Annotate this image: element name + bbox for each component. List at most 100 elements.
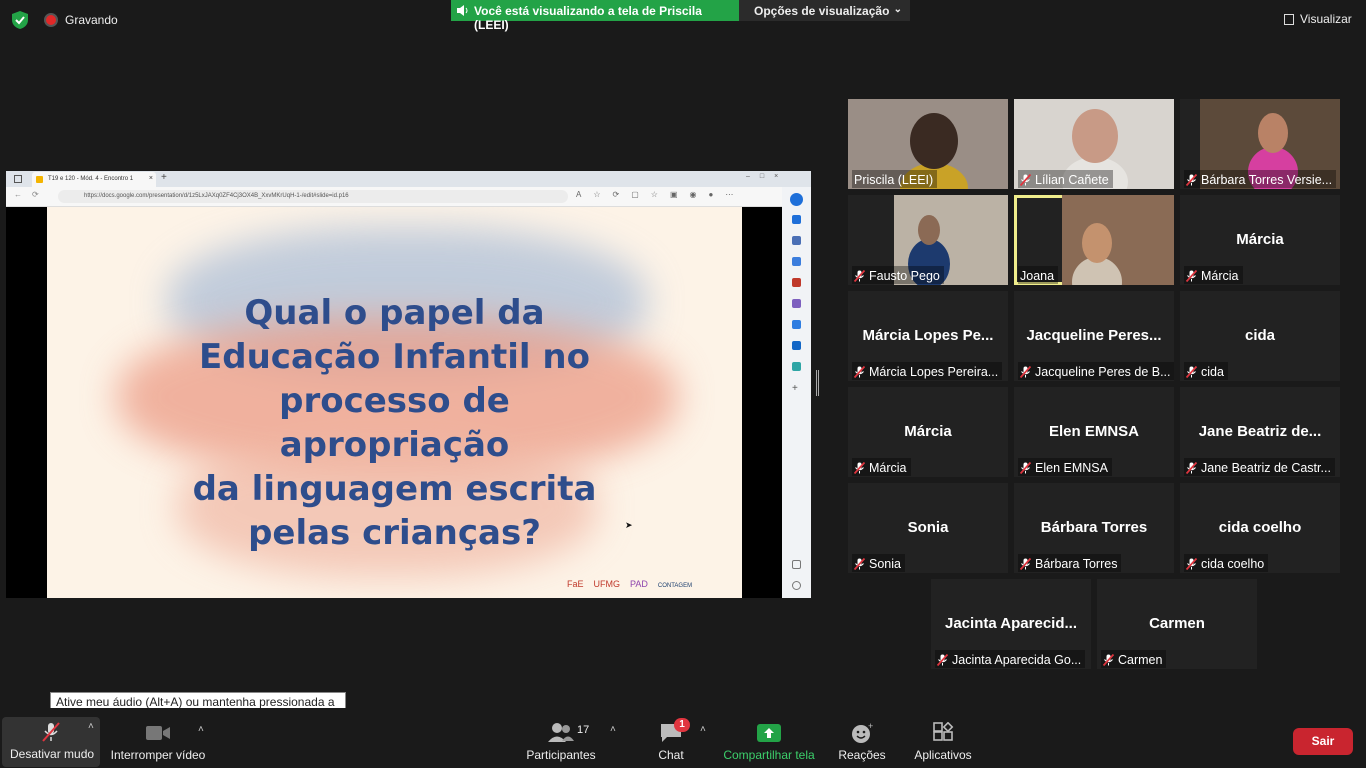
unmute-label: Desativar mudo [10, 747, 95, 761]
participant-name: Jane Beatriz de Castr... [1201, 461, 1331, 475]
participant-tile[interactable]: Elen EMNSA Elen EMNSA [1014, 387, 1174, 477]
browser-nav-icons: ←⟳ [14, 190, 49, 199]
participant-name-label: Lílian Cañete [1018, 170, 1113, 188]
participant-tile[interactable]: Joana [1014, 195, 1174, 285]
window-controls: –□× [746, 173, 789, 180]
participant-tile[interactable]: Márcia Márcia [1180, 195, 1340, 285]
participant-tile[interactable]: cida cida [1180, 291, 1340, 381]
screen-share-banner: Você está visualizando a tela de Priscil… [451, 0, 910, 32]
microphone-muted-icon [1020, 558, 1031, 570]
video-options-caret-icon[interactable]: ˄ [198, 724, 204, 735]
chat-label: Chat [658, 748, 684, 762]
participant-display-name: cida [1244, 327, 1275, 344]
participant-tile[interactable]: Jacqueline Peres... Jacqueline Peres de B… [1014, 291, 1174, 381]
participant-name-label: Jacqueline Peres de B... [1018, 362, 1174, 380]
participant-display-name: Bárbara Torres [1040, 519, 1148, 536]
microphone-muted-icon [937, 654, 948, 666]
slide-logos: FaE UFMG PAD CONTAGEM [567, 559, 737, 589]
slide-title-line: da linguagem escrita [192, 469, 597, 509]
participant-name: Jacinta Aparecida Go... [952, 653, 1082, 667]
view-options-button[interactable]: Opções de visualização ⌄ [739, 0, 910, 21]
participant-display-name: Jacqueline Peres... [1026, 327, 1162, 344]
browser-sidebar: + [782, 187, 811, 598]
participant-name: cida coelho [1201, 557, 1265, 571]
participant-tile[interactable]: cida coelho cida coelho [1180, 483, 1340, 573]
shared-screen[interactable]: T19 e 120 - Mód. 4 - Encontro 1 × + –□× … [6, 171, 811, 598]
participant-name: Márcia [869, 461, 907, 475]
microphone-muted-icon [854, 366, 865, 378]
participants-caret-icon[interactable]: ˄ [610, 724, 616, 735]
participant-name: Bárbara Torres [1035, 557, 1118, 571]
participant-tile[interactable]: Jane Beatriz de... Jane Beatriz de Castr.… [1180, 387, 1340, 477]
share-screen-label: Compartilhar tela [723, 748, 815, 762]
toolbox-icon [792, 278, 801, 287]
chat-unread-badge: 1 [674, 718, 690, 732]
participant-name: Joana [1020, 269, 1055, 283]
reactions-button[interactable]: + Reações [838, 722, 886, 762]
reactions-icon: + [852, 722, 873, 743]
view-button[interactable]: Visualizar [1284, 12, 1352, 26]
reactions-label: Reações [838, 748, 886, 762]
microphone-muted-icon [1020, 366, 1031, 378]
logo-text: UFMG [593, 579, 621, 589]
participant-name-label: Elen EMNSA [1018, 458, 1112, 476]
slide-title-line: processo de apropriação [279, 381, 510, 465]
participant-tile[interactable]: Fausto Pego [848, 195, 1008, 285]
people-icon [792, 299, 801, 308]
chat-caret-icon[interactable]: ˄ [700, 724, 706, 735]
security-shield-icon[interactable] [12, 11, 28, 29]
tab-close-icon: × [148, 175, 153, 182]
mute-options-caret-icon[interactable]: ˄ [88, 721, 94, 732]
browser-toolbar-icons: A☆⟳▢☆▣◉●⋯ [576, 190, 746, 199]
search-icon [792, 236, 801, 245]
presentation-slide: Qual o papel da Educação Infantil no pro… [47, 207, 742, 598]
participant-tile[interactable]: Márcia Márcia [848, 387, 1008, 477]
microphone-muted-icon [1103, 654, 1114, 666]
logo-text: PAD [630, 579, 648, 589]
participant-tile[interactable]: Sonia Sonia [848, 483, 1008, 573]
logo-text: CONTAGEM [657, 583, 693, 589]
add-icon: + [792, 383, 798, 394]
chevron-down-icon: ⌄ [893, 4, 902, 15]
microphone-muted-icon [1186, 366, 1197, 378]
stop-video-button[interactable]: Interromper vídeo [110, 722, 206, 762]
participant-tile[interactable]: Priscila (LEEI) [848, 99, 1008, 189]
browser-address-bar: ←⟳ https://docs.google.com/presentation/… [6, 187, 811, 207]
microphone-muted-icon [1020, 174, 1031, 186]
browser-url: https://docs.google.com/presentation/d/1… [58, 190, 568, 203]
participant-name: Lílian Cañete [1035, 173, 1109, 187]
sidebar-toggle-icon [792, 560, 801, 569]
participant-name-label: Bárbara Torres [1018, 554, 1122, 572]
splitter-handle[interactable] [816, 370, 819, 396]
participant-tile[interactable]: Jacinta Aparecid... Jacinta Aparecida Go.… [931, 579, 1091, 669]
send-icon [792, 362, 801, 371]
participant-name: Márcia [1201, 269, 1239, 283]
participant-tile[interactable]: Bárbara Torres Versie... [1180, 99, 1340, 189]
participant-tile[interactable]: Bárbara Torres Bárbara Torres [1014, 483, 1174, 573]
participant-name-label: cida [1184, 362, 1228, 380]
participant-name-label: Fausto Pego [852, 266, 944, 284]
tab-actions-icon [14, 175, 22, 183]
participant-display-name: Jane Beatriz de... [1198, 423, 1322, 440]
recording-label: Gravando [65, 13, 118, 27]
participant-video [1062, 195, 1174, 285]
bing-icon [790, 193, 803, 206]
share-screen-button[interactable]: Compartilhar tela [722, 722, 816, 762]
participant-name-label: Márcia Lopes Pereira... [852, 362, 1003, 380]
recording-icon [44, 13, 58, 27]
microphone-muted-icon [1186, 462, 1197, 474]
participant-tile[interactable]: Lílian Cañete [1014, 99, 1174, 189]
new-tab-icon: + [161, 172, 167, 183]
participant-display-name: Carmen [1149, 615, 1205, 632]
participant-name-label: Priscila (LEEI) [852, 170, 938, 188]
leave-button[interactable]: Sair [1293, 728, 1353, 755]
tag-icon [792, 257, 801, 266]
participant-tile[interactable]: Márcia Lopes Pe... Márcia Lopes Pereira..… [848, 291, 1008, 381]
unmute-button[interactable]: ˄ Desativar mudo [2, 717, 100, 767]
slide-title-line: pelas crianças? [248, 513, 541, 553]
participant-name-label: Carmen [1101, 650, 1167, 668]
participant-tile[interactable]: Carmen Carmen [1097, 579, 1257, 669]
mouse-cursor-icon: ➤ [625, 520, 633, 530]
speaker-icon [457, 5, 468, 16]
apps-button[interactable]: Aplicativos [910, 722, 976, 762]
